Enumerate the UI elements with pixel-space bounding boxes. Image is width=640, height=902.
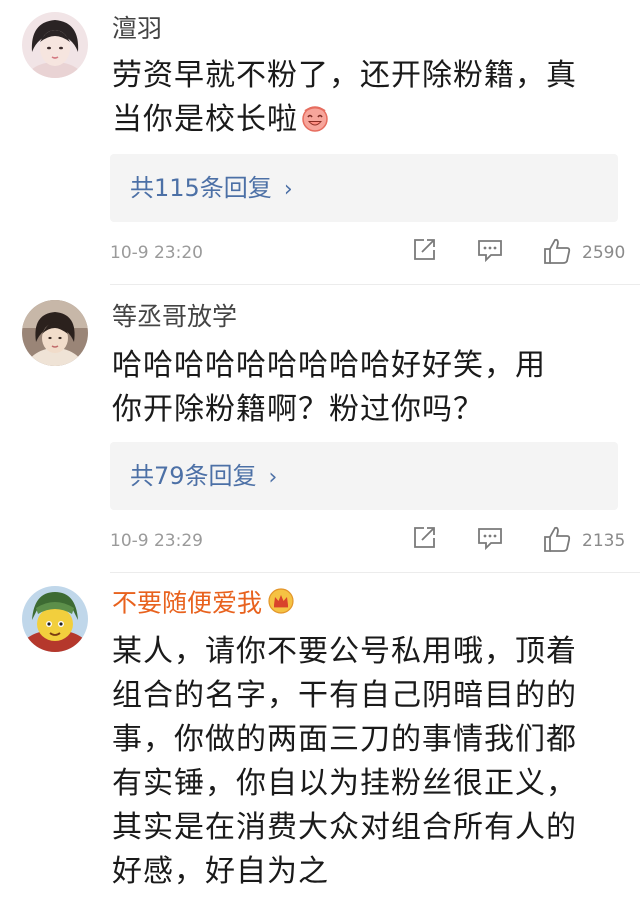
replies-box[interactable]: 共115条回复 ›: [110, 154, 618, 222]
crown-badge-icon: [268, 588, 294, 621]
view-replies-label: 共115条回复: [130, 174, 272, 202]
view-replies-link[interactable]: 共79条回复 ›: [130, 460, 277, 494]
user-avatar[interactable]: [22, 12, 88, 78]
divider: [110, 572, 640, 573]
comment-button[interactable]: [476, 236, 504, 268]
comment-button[interactable]: [476, 524, 504, 556]
view-replies-label: 共79条回复: [130, 462, 257, 490]
share-square-icon: [414, 239, 435, 260]
timestamp: 10-9 23:29: [110, 531, 203, 551]
comment-line: 劳资早就不粉了，还开除粉籍，真: [112, 58, 577, 93]
vip-username[interactable]: 不要随便爱我: [112, 588, 294, 621]
comment-line: 你开除粉籍啊？粉过你吗？: [112, 392, 484, 427]
comment-line: 有实锤，你自以为挂粉丝很正义，: [112, 766, 577, 801]
like-count: 2590: [582, 243, 626, 263]
repost-button[interactable]: [410, 236, 438, 268]
timestamp: 10-9 23:20: [110, 243, 203, 263]
username-label: 不要随便爱我: [112, 588, 263, 618]
comment-item: 等丞哥放学 哈哈哈哈哈哈哈哈哈好好笑，用 你开除粉籍啊？粉过你吗？ 共79条回复…: [0, 288, 640, 574]
user-avatar[interactable]: [22, 586, 88, 652]
like-count: 2135: [582, 531, 626, 551]
comment-line: 当你是校长啦: [112, 102, 298, 137]
comment-bubble-icon: [478, 240, 502, 263]
comment-meta: 10-9 23:29 2135: [110, 524, 625, 558]
comment-line: 哈哈哈哈哈哈哈哈哈好好笑，用: [112, 348, 546, 383]
comment-text: 哈哈哈哈哈哈哈哈哈好好笑，用 你开除粉籍啊？粉过你吗？: [112, 344, 612, 432]
comment-bubble-icon: [478, 528, 502, 551]
comment-line: 其实是在消费大众对组合所有人的: [112, 810, 577, 845]
comment-line: 好感，好自为之: [112, 854, 329, 889]
username[interactable]: 澶羽: [112, 14, 162, 44]
comment-line: 组合的名字，干有自己阴暗目的的: [112, 678, 577, 713]
username[interactable]: 等丞哥放学: [112, 302, 237, 332]
comment-text: 某人，请你不要公号私用哦，顶着 组合的名字，干有自己阴暗目的的 事，你做的两面三…: [112, 630, 612, 894]
comment-meta: 10-9 23:20 2590: [110, 236, 625, 270]
comment-line: 事，你做的两面三刀的事情我们都: [112, 722, 577, 757]
repost-button[interactable]: [410, 524, 438, 556]
comment-text: 劳资早就不粉了，还开除粉籍，真 当你是校长啦: [112, 54, 612, 146]
laughing-emoji-icon: [300, 102, 330, 146]
divider: [110, 284, 640, 285]
like-button[interactable]: 2590: [542, 236, 625, 268]
replies-box[interactable]: 共79条回复 ›: [110, 442, 618, 510]
share-square-icon: [414, 527, 435, 548]
chevron-right-icon: ›: [268, 465, 278, 490]
comment-item: 不要随便爱我 某人，请你不要公号私用哦，顶着 组合的名字，干有自己阴暗目的的 事…: [0, 576, 640, 902]
view-replies-link[interactable]: 共115条回复 ›: [130, 172, 293, 206]
thumbs-up-icon: [544, 526, 571, 552]
comment-item: 澶羽 劳资早就不粉了，还开除粉籍，真 当你是校长啦 共115条回复 › 10-9 …: [0, 0, 640, 280]
user-avatar[interactable]: [22, 300, 88, 366]
chevron-right-icon: ›: [283, 177, 293, 202]
thumbs-up-icon: [544, 238, 571, 264]
comment-line: 某人，请你不要公号私用哦，顶着: [112, 634, 577, 669]
like-button[interactable]: 2135: [542, 524, 625, 556]
